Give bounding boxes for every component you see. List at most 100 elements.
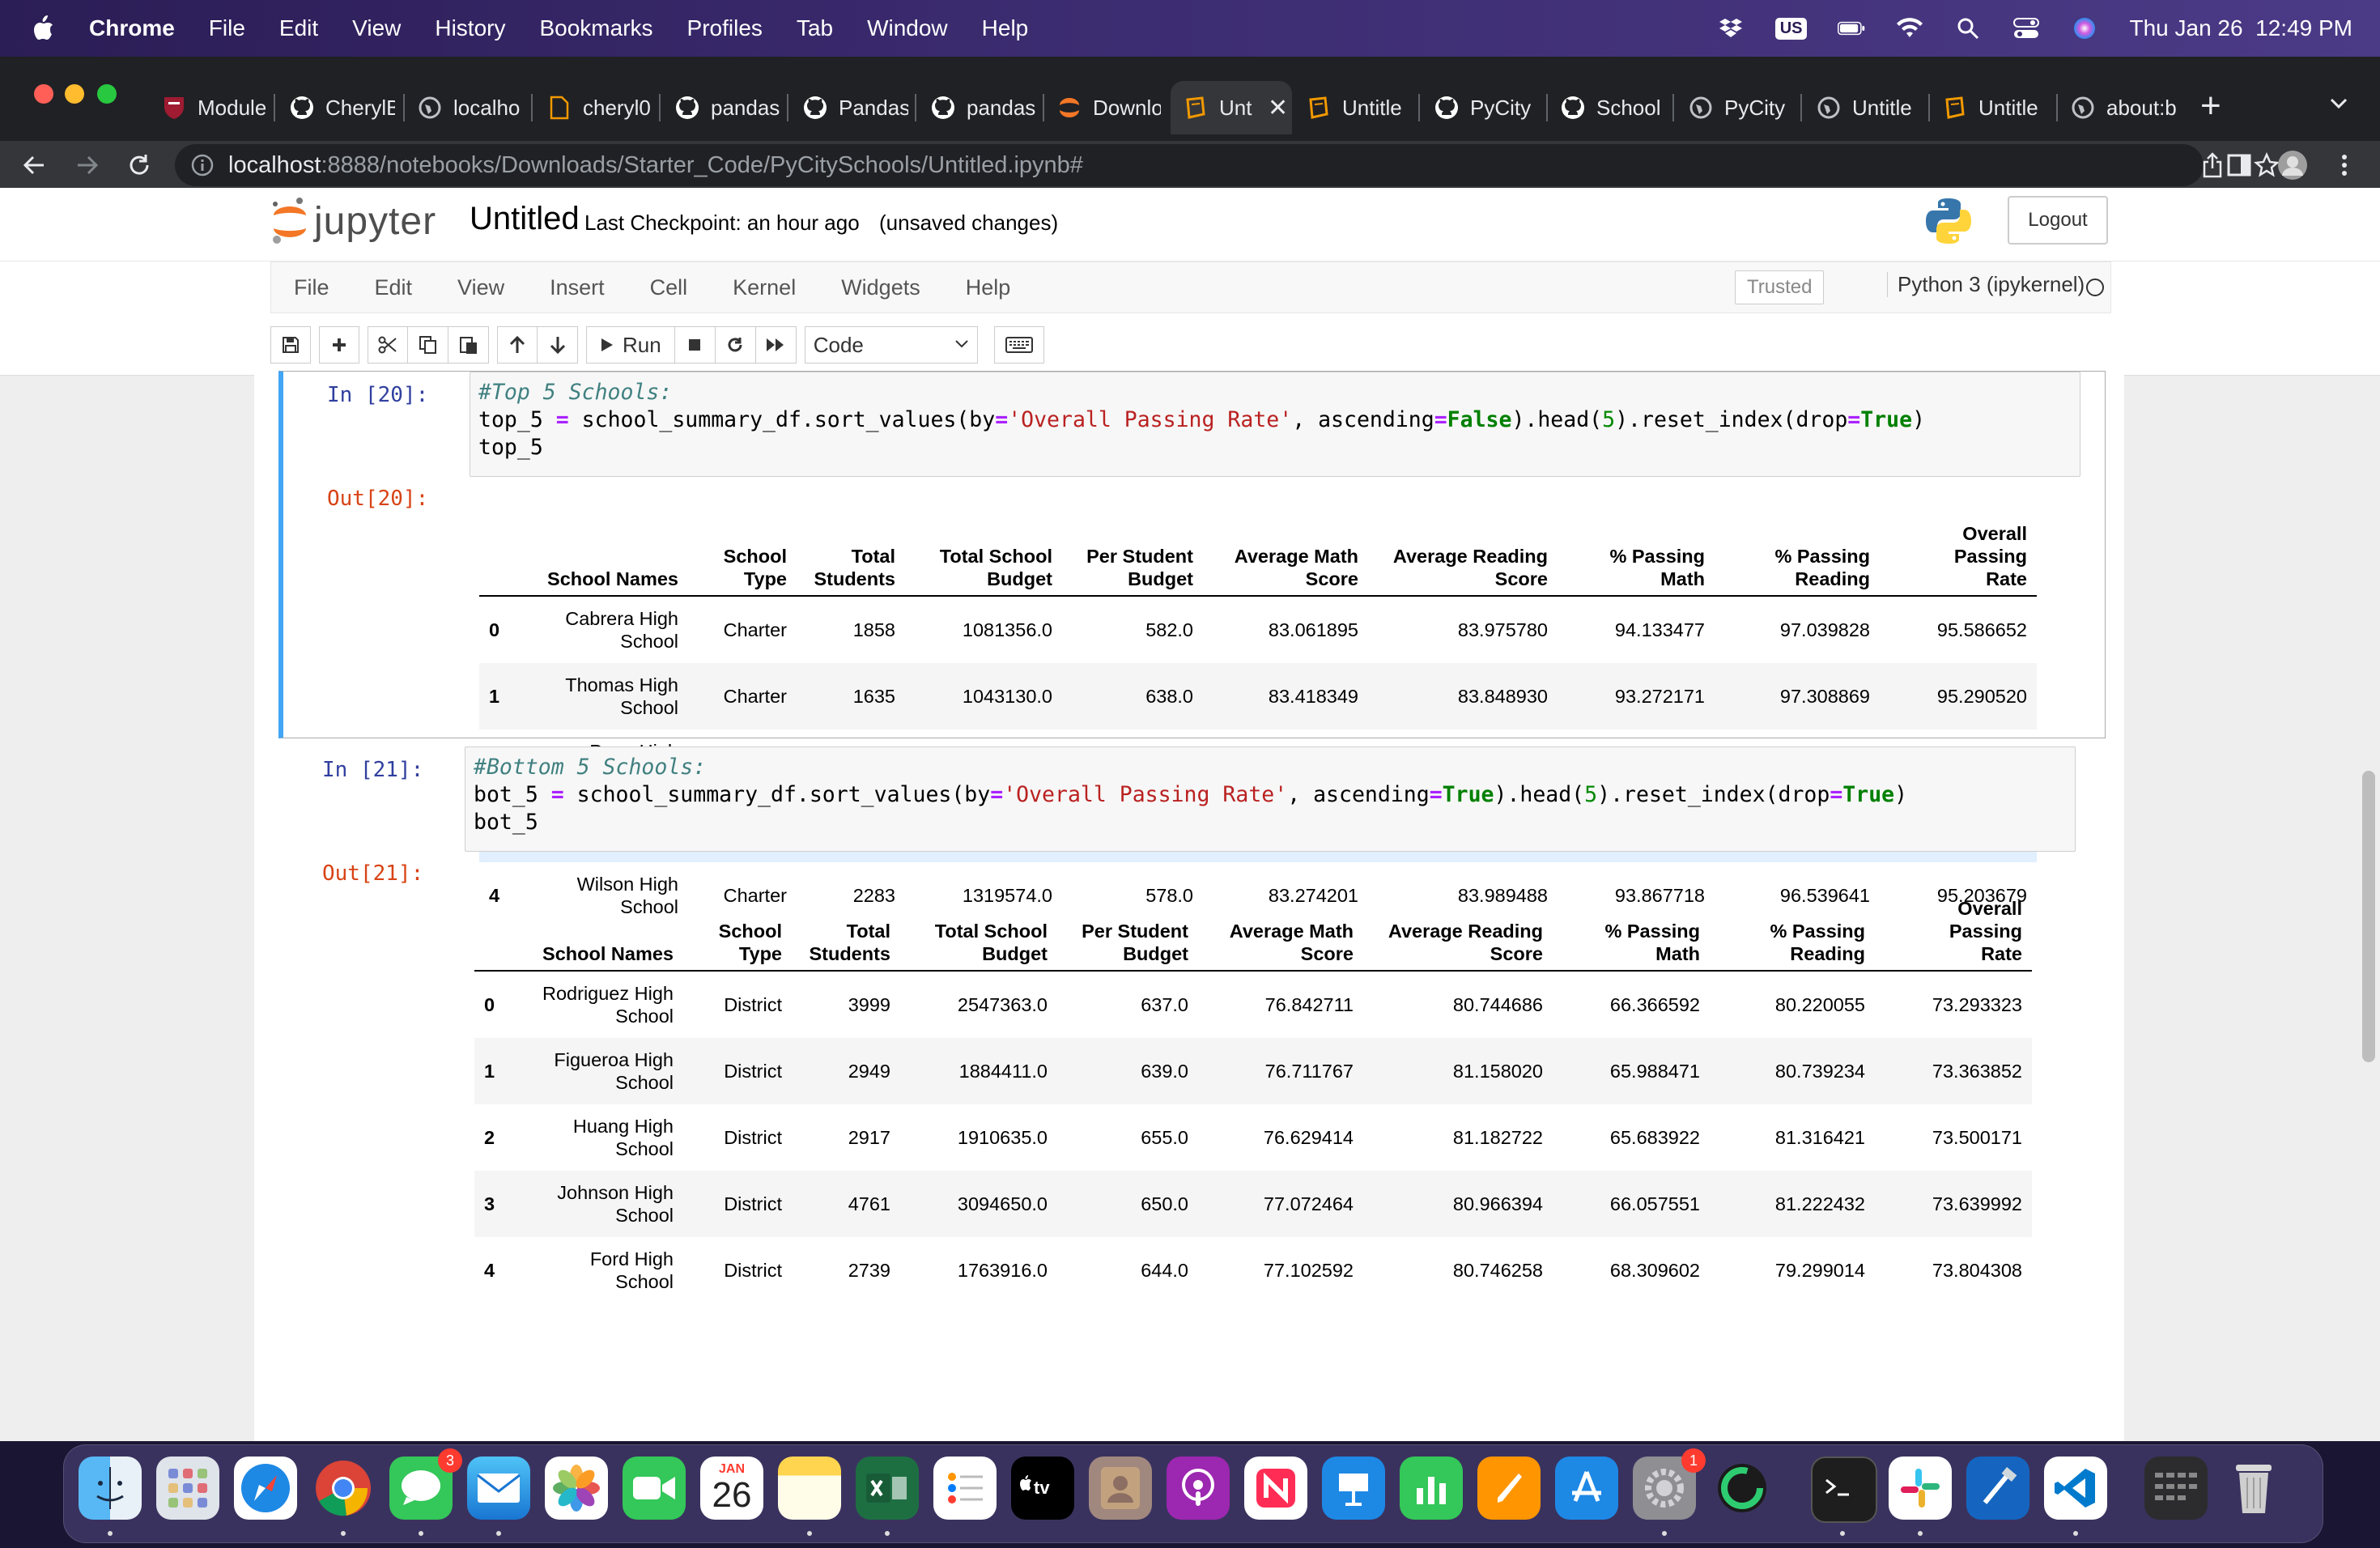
menu-history[interactable]: History [435,15,505,41]
kernel-name[interactable]: Python 3 (ipykernel) [1887,272,2085,297]
menu-tab[interactable]: Tab [797,15,833,41]
terminal-icon[interactable] [1811,1457,1877,1523]
run-button[interactable]: Run [586,326,675,364]
nb-menu-file[interactable]: File [294,275,329,300]
address-bar[interactable]: localhost:8888/notebooks/Downloads/Start… [175,144,2280,186]
browser-tab[interactable]: about:b [2071,81,2178,134]
mail-icon[interactable] [467,1457,530,1520]
nb-menu-kernel[interactable]: Kernel [733,275,796,300]
menu-view[interactable]: View [352,15,401,41]
page-scrollbar[interactable] [2362,771,2375,1062]
menu-window[interactable]: Window [867,15,948,41]
browser-tab[interactable]: CherylB [290,81,395,134]
notes-icon[interactable] [778,1457,841,1520]
safari-icon[interactable] [234,1457,297,1520]
news-icon[interactable] [1244,1457,1307,1520]
menu-file[interactable]: File [209,15,245,41]
close-window-button[interactable] [34,84,53,104]
apple-tv-icon[interactable]: tv [1011,1457,1074,1520]
siri-icon[interactable] [2071,16,2098,40]
keynote-icon[interactable] [1322,1457,1385,1520]
cell-type-select[interactable]: Code [804,326,978,364]
wifi-icon[interactable] [1896,16,1923,40]
cut-icon[interactable] [368,326,408,364]
paste-icon[interactable] [448,326,489,364]
browser-tab[interactable]: PyCity [1689,81,1794,134]
pages-icon[interactable] [1477,1457,1541,1520]
podcasts-icon[interactable] [1167,1457,1230,1520]
app-store-icon[interactable] [1555,1457,1618,1520]
profile-avatar[interactable] [2276,149,2309,181]
browser-tab[interactable]: Pandas [803,81,908,134]
slack-icon[interactable] [1889,1457,1952,1520]
menu-bookmarks[interactable]: Bookmarks [539,15,652,41]
apple-icon[interactable] [31,15,55,42]
finder-icon[interactable] [79,1457,142,1520]
code-input[interactable]: #Bottom 5 Schools: bot_5 = school_summar… [465,746,2076,852]
activity-ring-icon[interactable] [1711,1457,1774,1520]
browser-tab[interactable]: pandas [675,81,780,134]
notebook-cell[interactable]: In [21]: #Bottom 5 Schools: bot_5 = scho… [278,746,2100,1297]
logout-button[interactable]: Logout [2008,196,2108,245]
table-row[interactable]: 1 Figueroa High School District 2949 1884411.… [474,1038,2032,1104]
table-row[interactable]: 3 Johnson High School District 4761 3094650.0… [474,1171,2032,1237]
numbers-icon[interactable] [1400,1457,1463,1520]
insert-cell-plus-icon[interactable] [319,326,359,364]
kebab-menu-icon[interactable] [2328,149,2361,181]
table-row[interactable]: 2 Huang High School District 2917 1910635.0 65… [474,1104,2032,1171]
battery-icon[interactable] [1838,16,1865,40]
jupyter-logo[interactable]: jupyter [270,196,436,246]
menu-edit[interactable]: Edit [279,15,318,41]
spotlight-search-icon[interactable] [1954,16,1982,40]
photos-icon[interactable] [545,1457,608,1520]
nb-menu-cell[interactable]: Cell [650,275,688,300]
code-input[interactable]: #Top 5 Schools: top_5 = school_summary_d… [470,372,2080,477]
share-icon[interactable] [2202,152,2223,182]
table-row[interactable]: 1 Thomas High School Charter 1635 1043130.0 63… [479,663,2037,729]
browser-tab-active[interactable]: Unt ✕ [1171,81,1292,134]
browser-tab[interactable]: Untitle [1943,81,2050,134]
table-row[interactable]: 0 Rodriguez High School District 3999 2547363… [474,971,2032,1038]
browser-tab[interactable]: PyCity [1434,81,1540,134]
notebook-title[interactable]: Untitled [470,201,580,237]
browser-tab[interactable]: Downlo [1057,81,1161,134]
site-info-icon[interactable] [191,154,214,181]
trusted-indicator[interactable]: Trusted [1735,270,1825,304]
nb-menu-view[interactable]: View [457,275,504,300]
downloads-stack-icon[interactable] [2144,1457,2208,1520]
input-source-indicator[interactable]: US [1774,17,1808,40]
trash-icon[interactable] [2222,1457,2285,1520]
table-row[interactable]: 4 Ford High School District 2739 1763916.0 64… [474,1237,2032,1303]
chevron-down-icon[interactable] [2328,92,2349,113]
browser-tab[interactable]: cheryl0 [547,81,652,134]
nb-menu-insert[interactable]: Insert [550,275,605,300]
zoom-window-button[interactable] [97,84,117,104]
xcode-hammer-icon[interactable] [1966,1457,2029,1520]
reload-icon[interactable] [123,149,155,181]
vscode-icon[interactable] [2044,1457,2107,1520]
command-palette-keyboard-icon[interactable] [993,326,1044,364]
new-tab-icon[interactable]: + [2200,86,2221,126]
copy-icon[interactable] [408,326,448,364]
interrupt-stop-icon[interactable] [674,326,716,364]
nb-menu-widgets[interactable]: Widgets [841,275,920,300]
menu-help[interactable]: Help [982,15,1029,41]
side-panel-icon[interactable] [2223,149,2255,181]
move-up-arrow-icon[interactable] [497,326,538,364]
browser-tab[interactable]: localho [418,81,525,134]
nb-menu-edit[interactable]: Edit [375,275,413,300]
reminders-icon[interactable] [933,1457,997,1520]
browser-tab[interactable]: School [1561,81,1666,134]
calendar-icon[interactable]: JAN 26 [700,1457,763,1520]
notebook-cell-selected[interactable]: In [20]: #Top 5 Schools: top_5 = school_… [278,371,2106,917]
chrome-icon[interactable] [312,1457,375,1520]
browser-tab[interactable]: pandas [931,81,1036,134]
menubar-clock[interactable]: Thu Jan 26 12:49 PM [2129,15,2352,41]
minimize-window-button[interactable] [65,84,84,104]
close-tab-icon[interactable]: ✕ [1268,94,1288,122]
nb-menu-help[interactable]: Help [966,275,1011,300]
menu-app-name[interactable]: Chrome [89,15,175,41]
dropbox-icon[interactable] [1717,16,1745,40]
back-arrow-icon[interactable] [18,149,50,181]
browser-tab[interactable]: Untitle [1817,81,1922,134]
